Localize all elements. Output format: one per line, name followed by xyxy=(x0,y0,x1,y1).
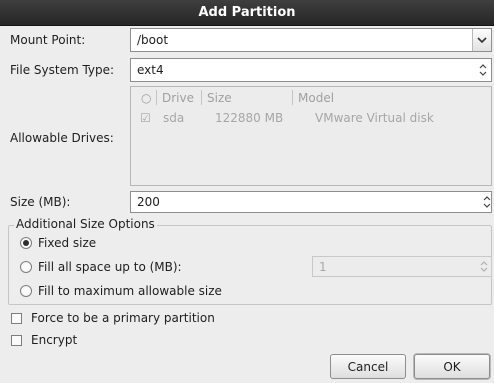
fixed-size-radio[interactable] xyxy=(20,237,32,249)
column-header-size[interactable]: Size xyxy=(207,91,232,105)
size-cell: 122880 MB xyxy=(215,111,284,125)
size-label: Size (MB): xyxy=(10,195,71,209)
fill-max-radio[interactable] xyxy=(20,285,32,297)
size-value: 200 xyxy=(137,195,160,209)
column-header-drive[interactable]: Drive xyxy=(162,91,194,105)
primary-partition-checkbox[interactable] xyxy=(11,313,22,324)
fs-type-select[interactable]: ext4 xyxy=(130,58,492,82)
primary-partition-label[interactable]: Force to be a primary partition xyxy=(31,311,215,325)
size-stepper[interactable] xyxy=(482,193,492,211)
chevron-down-icon xyxy=(477,37,487,43)
drives-list-header: ○ Drive Size Model xyxy=(131,87,491,108)
mount-point-value: /boot xyxy=(137,33,169,47)
fs-type-label: File System Type: xyxy=(10,63,115,77)
updown-arrows-icon xyxy=(483,196,491,208)
drives-list[interactable]: ○ Drive Size Model ☑ sda 122880 MB VMwar… xyxy=(130,86,492,186)
ok-button[interactable]: OK xyxy=(414,354,490,379)
select-all-radio-icon[interactable]: ○ xyxy=(141,91,151,105)
column-header-model[interactable]: Model xyxy=(298,91,334,105)
fill-max-label[interactable]: Fill to maximum allowable size xyxy=(38,284,222,298)
fs-type-updown-icon[interactable] xyxy=(476,60,490,80)
fill-upto-value: 1 xyxy=(319,259,327,274)
mount-point-label: Mount Point: xyxy=(10,33,86,47)
fs-type-value: ext4 xyxy=(137,63,164,77)
allowable-drives-label: Allowable Drives: xyxy=(10,131,114,145)
model-cell: VMware Virtual disk xyxy=(315,111,434,125)
updown-arrows-icon xyxy=(480,261,488,272)
add-partition-dialog: Add Partition Mount Point: /boot File Sy… xyxy=(0,0,494,383)
size-spinbox[interactable]: 200 xyxy=(130,191,492,213)
size-options-legend: Additional Size Options xyxy=(14,217,157,231)
fill-upto-stepper[interactable] xyxy=(478,258,490,275)
title-bar[interactable]: Add Partition xyxy=(0,0,494,26)
encrypt-checkbox[interactable] xyxy=(11,335,22,346)
drive-checkbox[interactable]: ☑ xyxy=(140,111,151,125)
mount-point-dropdown-button[interactable] xyxy=(472,29,491,51)
window-title: Add Partition xyxy=(198,5,296,20)
fill-upto-label[interactable]: Fill all space up to (MB): xyxy=(38,260,182,274)
mount-point-combo[interactable]: /boot xyxy=(130,28,492,52)
drive-cell: sda xyxy=(163,111,185,125)
fill-upto-radio[interactable] xyxy=(20,261,32,273)
updown-arrows-icon xyxy=(479,64,487,76)
cancel-button[interactable]: Cancel xyxy=(330,354,406,379)
fixed-size-label[interactable]: Fixed size xyxy=(38,236,96,250)
encrypt-label[interactable]: Encrypt xyxy=(31,333,77,347)
fill-upto-spinbox[interactable]: 1 xyxy=(312,256,492,277)
